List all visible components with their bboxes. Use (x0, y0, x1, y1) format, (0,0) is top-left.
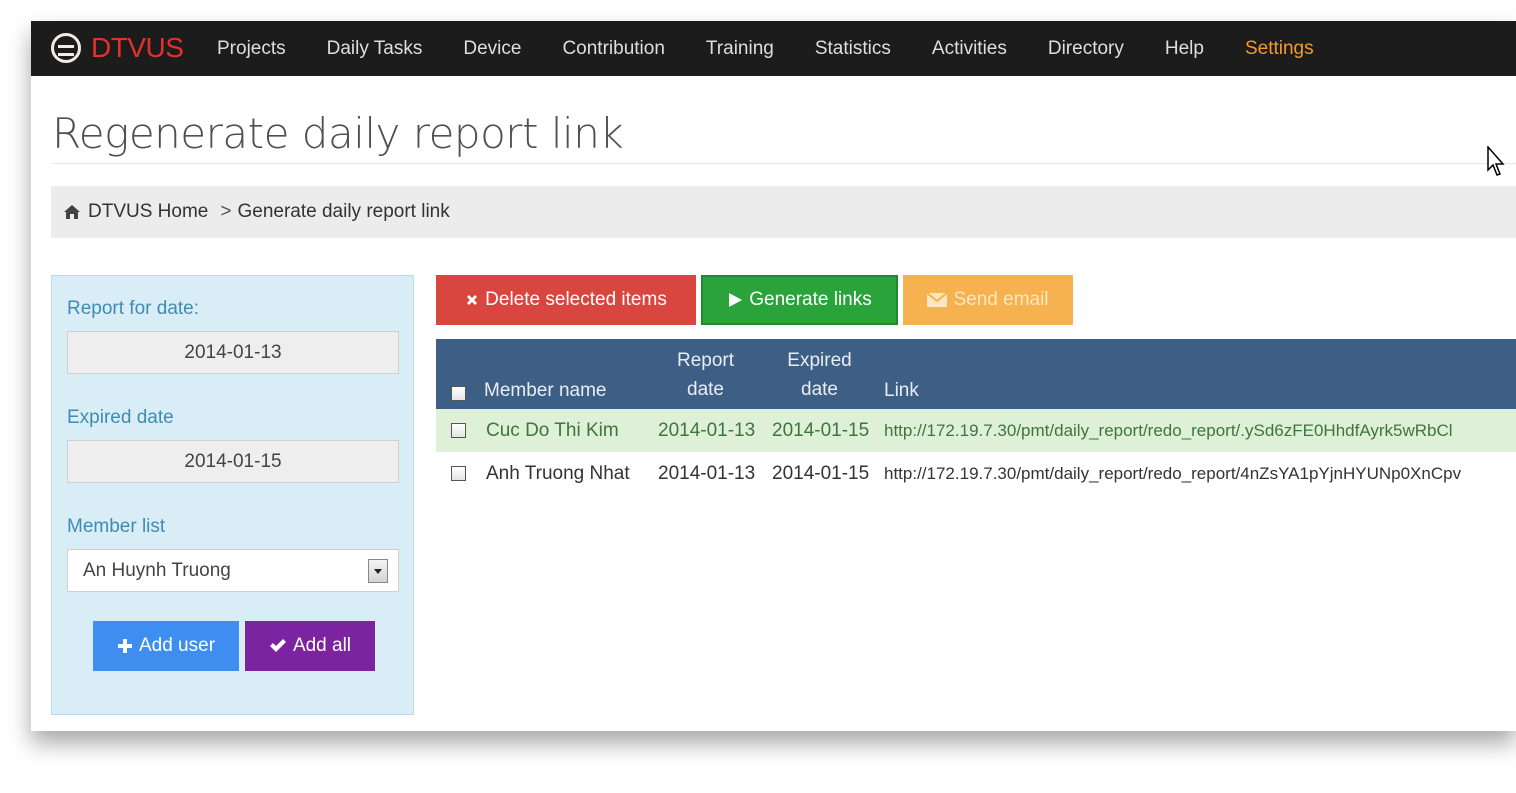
expired-date-header-line2: date (801, 379, 838, 400)
top-navbar: DTVUS Projects Daily Tasks Device Contri… (31, 21, 1516, 76)
nav-item-activities[interactable]: Activities (932, 38, 1007, 60)
plus-icon (117, 638, 133, 654)
report-date-label: Report for date: (67, 298, 200, 319)
brand[interactable]: DTVUS (51, 30, 184, 66)
report-settings-panel: Report for date: 2014-01-13 Expired date… (51, 275, 414, 715)
nav-item-training[interactable]: Training (706, 38, 774, 60)
add-all-button[interactable]: Add all (245, 621, 375, 671)
link-cell[interactable]: http://172.19.7.30/pmt/daily_report/redo… (884, 452, 1461, 495)
breadcrumb-separator: > (220, 201, 232, 222)
report-date-cell: 2014-01-13 (658, 420, 756, 441)
envelope-icon (927, 293, 948, 307)
row-checkbox[interactable] (451, 466, 466, 481)
expired-date-cell: 2014-01-15 (772, 463, 870, 484)
title-divider (52, 163, 1516, 164)
column-header-member: Member name (484, 380, 607, 401)
member-name-cell: Cuc Do Thi Kim (486, 420, 619, 441)
delete-selected-button[interactable]: Delete selected items (436, 275, 696, 325)
expired-date-cell: 2014-01-15 (772, 420, 870, 441)
column-header-report-date: Report date (658, 346, 753, 404)
report-date-header-line1: Report (676, 350, 735, 371)
breadcrumb-current: Generate daily report link (237, 201, 450, 222)
column-header-link: Link (884, 380, 919, 401)
chevron-down-icon[interactable] (368, 559, 388, 583)
send-email-label: Send email (953, 289, 1049, 310)
column-header-expired-date: Expired date (772, 346, 867, 404)
row-checkbox[interactable] (451, 423, 466, 438)
play-icon (727, 292, 743, 308)
report-links-table: Member name Report date Expired date Lin… (436, 339, 1516, 495)
nav-item-statistics[interactable]: Statistics (815, 38, 891, 60)
close-icon (465, 293, 479, 307)
breadcrumb-home-link[interactable]: DTVUS Home (88, 201, 208, 223)
nav-item-projects[interactable]: Projects (217, 38, 286, 60)
brand-logo-icon (51, 33, 81, 63)
nav-item-daily-tasks[interactable]: Daily Tasks (327, 38, 423, 60)
nav-item-settings[interactable]: Settings (1245, 38, 1314, 60)
home-icon (63, 204, 81, 220)
report-date-header-line2: date (687, 379, 724, 400)
add-all-label: Add all (292, 635, 352, 656)
report-date-cell: 2014-01-13 (658, 463, 756, 484)
member-select-value: An Huynh Truong (83, 560, 231, 581)
add-user-label: Add user (138, 635, 216, 656)
nav-menu: Projects Daily Tasks Device Contribution… (217, 21, 1355, 76)
member-name-cell: Anh Truong Nhat (486, 463, 630, 484)
add-user-button[interactable]: Add user (93, 621, 239, 671)
delete-selected-label: Delete selected items (485, 289, 667, 310)
send-email-button[interactable]: Send email (903, 275, 1073, 325)
breadcrumb: DTVUS Home > Generate daily report link (51, 186, 1516, 238)
member-list-label: Member list (67, 516, 166, 537)
check-icon (269, 638, 287, 654)
expired-date-input[interactable]: 2014-01-15 (67, 440, 399, 483)
select-all-checkbox[interactable] (451, 386, 466, 401)
nav-item-directory[interactable]: Directory (1048, 38, 1124, 60)
table-row: Cuc Do Thi Kim 2014-01-13 2014-01-15 htt… (436, 409, 1516, 452)
expired-date-label: Expired date (67, 407, 174, 428)
link-cell[interactable]: http://172.19.7.30/pmt/daily_report/redo… (884, 409, 1453, 452)
table-row: Anh Truong Nhat 2014-01-13 2014-01-15 ht… (436, 452, 1516, 495)
report-date-input[interactable]: 2014-01-13 (67, 331, 399, 374)
generate-links-button[interactable]: Generate links (701, 275, 898, 325)
expired-date-header-line1: Expired (787, 350, 852, 371)
mouse-cursor-icon (1487, 146, 1505, 176)
table-header: Member name Report date Expired date Lin… (436, 339, 1516, 409)
nav-item-help[interactable]: Help (1165, 38, 1204, 60)
nav-item-device[interactable]: Device (463, 38, 521, 60)
nav-item-contribution[interactable]: Contribution (562, 38, 664, 60)
browser-window: DTVUS Projects Daily Tasks Device Contri… (31, 21, 1516, 731)
brand-name: DTVUS (91, 32, 184, 63)
generate-links-label: Generate links (749, 289, 872, 310)
page-title: Regenerate daily report link (52, 109, 624, 158)
member-select[interactable]: An Huynh Truong (67, 549, 399, 592)
